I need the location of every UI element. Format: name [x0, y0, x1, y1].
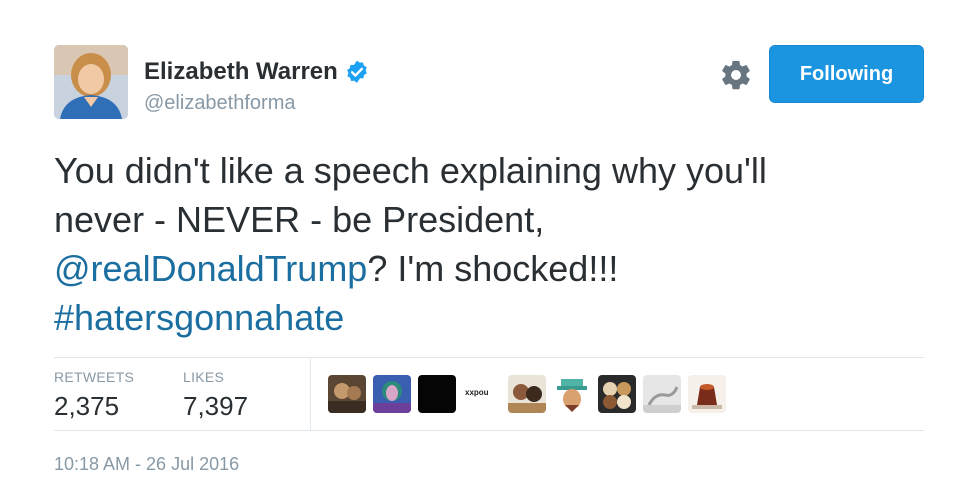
retweets-stat[interactable]: RETWEETS 2,375 [54, 369, 134, 422]
liker-avatar-9-icon[interactable] [688, 375, 726, 413]
liker-avatar-4-text: xxpou [465, 388, 489, 397]
retweets-count: 2,375 [54, 391, 120, 421]
liker-avatar-5-icon[interactable] [508, 375, 546, 413]
author-name[interactable]: Elizabeth Warren [144, 58, 370, 86]
likes-count: 7,397 [183, 391, 249, 421]
settings-gear-button[interactable] [719, 58, 753, 92]
liker-avatars: xxpou [328, 375, 733, 413]
likes-stat[interactable]: LIKES 7,397 [183, 369, 248, 422]
divider [54, 430, 924, 431]
author-name-text: Elizabeth Warren [144, 58, 338, 85]
tweet-timestamp[interactable]: 10:18 AM - 26 Jul 2016 [54, 454, 239, 475]
liker-avatar-7-icon[interactable] [598, 375, 636, 413]
tweet-line-1: You didn't like a speech explaining why … [54, 150, 767, 191]
stats-divider [310, 358, 311, 430]
profile-photo-icon [54, 45, 128, 119]
liker-avatar-1-icon[interactable] [328, 375, 366, 413]
tweet-line-3-rest: ? I'm shocked!!! [367, 248, 619, 289]
author-avatar[interactable] [54, 45, 128, 119]
divider [54, 357, 924, 358]
likes-label: LIKES [183, 369, 225, 385]
liker-avatar-3-icon[interactable] [418, 375, 456, 413]
retweets-label: RETWEETS [54, 369, 135, 385]
author-handle[interactable]: @elizabethforma [144, 92, 295, 115]
tweet-text: You didn't like a speech explaining why … [54, 146, 934, 342]
liker-avatar-2-icon[interactable] [373, 375, 411, 413]
mention-link[interactable]: @realDonaldTrump [54, 248, 367, 289]
liker-avatar-4-icon[interactable]: xxpou [463, 375, 501, 413]
gear-icon [722, 60, 750, 90]
tweet-line-3: @realDonaldTrump? I'm shocked!!! [54, 244, 934, 293]
liker-avatar-6-icon[interactable] [553, 375, 591, 413]
tweet-line-2: never - NEVER - be President, [54, 199, 545, 240]
following-button[interactable]: Following [769, 45, 924, 103]
liker-avatar-8-icon[interactable] [643, 375, 681, 413]
verified-badge-icon [346, 60, 367, 83]
hashtag-link[interactable]: #hatersgonnahate [54, 297, 344, 338]
